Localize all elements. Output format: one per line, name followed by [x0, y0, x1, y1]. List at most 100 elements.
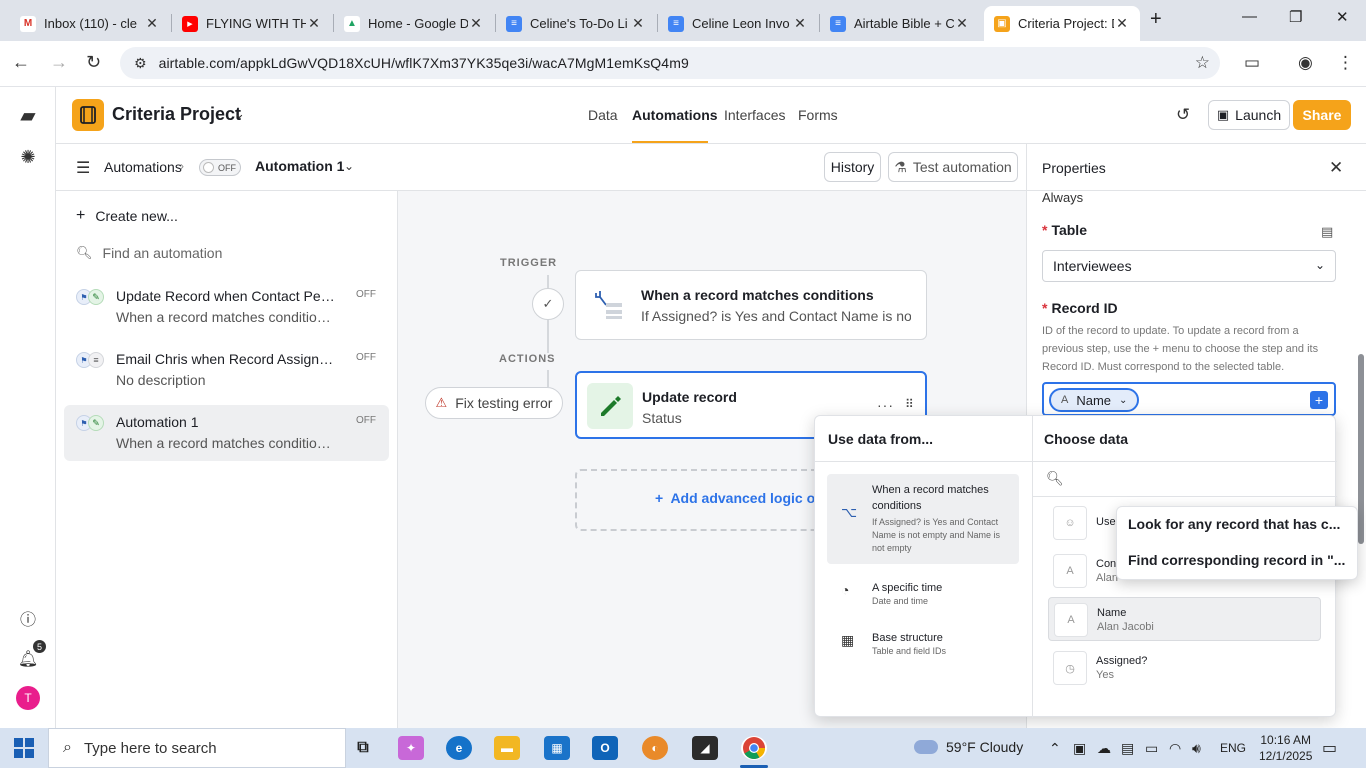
- drag-handle-icon[interactable]: ⠿: [905, 397, 914, 411]
- url-bar[interactable]: ⚙ airtable.com/appkLdGwVQD18XcUH/wflK7Xm…: [120, 47, 1220, 79]
- insert-data-plus-button[interactable]: +: [1310, 391, 1328, 409]
- option-find-corresponding-record[interactable]: Find corresponding record in "...: [1128, 552, 1345, 568]
- outlook-icon[interactable]: O: [592, 736, 618, 760]
- reload-icon[interactable]: ↻: [86, 52, 101, 73]
- chevron-down-icon[interactable]: ⌄: [344, 159, 354, 173]
- browser-tab-invoice[interactable]: ≡ Celine Leon Invo ✕: [658, 6, 818, 41]
- browser-tab-todo[interactable]: ≡ Celine's To-Do Li ✕: [496, 6, 656, 41]
- close-tab-icon[interactable]: ✕: [144, 15, 160, 32]
- option-look-for-record[interactable]: Look for any record that has c...: [1128, 516, 1340, 532]
- bookmark-star-icon[interactable]: ☆: [1195, 53, 1210, 73]
- nav-forms[interactable]: Forms: [798, 107, 838, 123]
- tray-app-icon[interactable]: ▤: [1121, 740, 1134, 757]
- scrollbar-thumb[interactable]: [1358, 354, 1364, 544]
- back-icon[interactable]: ←: [12, 52, 30, 73]
- source-item-specific-time[interactable]: ◔ A specific time Date and time: [827, 572, 1019, 612]
- app-icon[interactable]: ◢: [692, 736, 718, 760]
- history-button[interactable]: History: [824, 152, 881, 182]
- profile-icon[interactable]: ◉: [1298, 53, 1313, 73]
- copilot-icon[interactable]: ✦: [398, 736, 424, 760]
- fix-testing-error-button[interactable]: ⚠ Fix testing error: [425, 387, 563, 419]
- camera-icon[interactable]: ▣: [1073, 740, 1086, 757]
- edge-icon[interactable]: e: [446, 736, 472, 760]
- close-tab-icon[interactable]: ✕: [630, 15, 646, 32]
- more-options-icon[interactable]: ···: [877, 397, 894, 413]
- choose-data-search-input[interactable]: [1066, 469, 1316, 489]
- minimize-icon[interactable]: —: [1242, 8, 1257, 25]
- omni-icon[interactable]: ✺: [14, 143, 42, 171]
- close-icon[interactable]: ✕: [1329, 158, 1343, 178]
- browser-tab-youtube[interactable]: ▶ FLYING WITH TH ✕: [172, 6, 332, 41]
- cloud-sync-icon[interactable]: ☁: [1097, 740, 1111, 757]
- close-tab-icon[interactable]: ✕: [306, 15, 322, 32]
- record-id-input[interactable]: A Name ⌄ +: [1042, 382, 1336, 416]
- menu-icon[interactable]: ⋮: [1337, 53, 1354, 73]
- browser-tab-drive[interactable]: ▲ Home - Google D ✕: [334, 6, 494, 41]
- layout-icon[interactable]: ▤: [1321, 224, 1333, 240]
- launch-button[interactable]: ▣ Launch: [1208, 100, 1290, 130]
- data-field-item[interactable]: ◷ Assigned? Yes: [1048, 646, 1321, 690]
- file-explorer-icon[interactable]: ▬: [494, 736, 520, 760]
- task-view-icon[interactable]: ⧉: [350, 736, 376, 760]
- base-name[interactable]: Criteria Project: [112, 104, 241, 125]
- show-hidden-icons[interactable]: ⌃: [1049, 740, 1061, 757]
- tab-title: Criteria Project: D: [1018, 16, 1114, 31]
- close-tab-icon[interactable]: ✕: [954, 15, 970, 32]
- clock[interactable]: 10:16 AM 12/1/2025: [1259, 732, 1312, 764]
- name-token-pill[interactable]: A Name ⌄: [1049, 388, 1140, 412]
- automation-toggle[interactable]: OFF: [199, 159, 241, 176]
- browser-tab-airtable-bible[interactable]: ≡ Airtable Bible + C ✕: [820, 6, 980, 41]
- find-automation-input[interactable]: 🔍︎ Find an automation: [76, 245, 222, 261]
- browser-tab-gmail[interactable]: M Inbox (110) - cle ✕: [10, 6, 170, 41]
- vpn-icon[interactable]: ◐: [642, 736, 668, 760]
- airtable-icon: ▣: [994, 15, 1010, 32]
- cast-icon[interactable]: ▭: [1244, 53, 1260, 73]
- chrome-icon[interactable]: [741, 736, 767, 760]
- trigger-node[interactable]: When a record matches conditions If Assi…: [575, 270, 927, 340]
- taskbar-search-box[interactable]: ⌕ Type here to search: [48, 728, 346, 768]
- restore-icon[interactable]: ❐: [1289, 8, 1302, 26]
- breadcrumb[interactable]: Automations: [104, 159, 182, 175]
- pencil-icon: [587, 383, 633, 429]
- chevron-down-icon[interactable]: ⌄: [234, 106, 245, 122]
- notification-center-icon[interactable]: ▭: [1322, 738, 1337, 758]
- automation-icons: ⚑ ✎: [76, 289, 106, 305]
- close-tab-icon[interactable]: ✕: [468, 15, 484, 32]
- nav-automations[interactable]: Automations: [632, 107, 718, 123]
- forward-icon[interactable]: →: [50, 52, 68, 73]
- horizontal-scrollbar[interactable]: [1032, 712, 1337, 718]
- close-tab-icon[interactable]: ✕: [792, 15, 808, 32]
- table-select[interactable]: Interviewees ⌄: [1042, 250, 1336, 282]
- nav-interfaces[interactable]: Interfaces: [724, 107, 785, 123]
- automation-list-item[interactable]: ⚑ ✎ Automation 1 When a record matches c…: [64, 405, 389, 461]
- new-tab-icon[interactable]: +: [1150, 8, 1162, 31]
- create-new-button[interactable]: + Create new...: [76, 207, 178, 225]
- properties-scrollbar[interactable]: [1358, 194, 1364, 724]
- volume-icon[interactable]: 🔊︎: [1192, 740, 1201, 757]
- battery-icon[interactable]: ▭: [1145, 740, 1158, 757]
- automation-list-item[interactable]: ⚑ ✎ Update Record when Contact Person...…: [64, 279, 389, 335]
- home-icon[interactable]: ▰: [14, 101, 42, 129]
- store-icon[interactable]: ▦: [544, 736, 570, 760]
- data-field-item-name[interactable]: A Name Alan Jacobi: [1048, 597, 1321, 641]
- source-item-trigger[interactable]: ⌥ When a record matches conditions If As…: [827, 474, 1019, 564]
- history-icon[interactable]: ↺: [1176, 105, 1190, 125]
- automation-name[interactable]: Automation 1: [255, 158, 344, 174]
- source-item-base-structure[interactable]: ▦ Base structure Table and field IDs: [827, 622, 1019, 662]
- share-button[interactable]: Share: [1293, 100, 1351, 130]
- actions-label: ACTIONS: [499, 353, 556, 365]
- hamburger-icon[interactable]: ☰: [76, 158, 90, 178]
- windows-start-icon[interactable]: [14, 738, 34, 758]
- test-automation-button[interactable]: ⚗ Test automation: [888, 152, 1018, 182]
- language-indicator[interactable]: ENG: [1220, 741, 1246, 755]
- avatar[interactable]: T: [16, 686, 40, 710]
- weather-widget[interactable]: 59°F Cloudy: [914, 739, 1023, 755]
- close-tab-icon[interactable]: ✕: [1114, 15, 1130, 32]
- close-window-icon[interactable]: ✕: [1336, 8, 1349, 26]
- help-icon[interactable]: ⓘ: [14, 604, 42, 632]
- browser-tab-criteria-project[interactable]: ▣ Criteria Project: D ✕: [984, 6, 1140, 41]
- site-info-icon[interactable]: ⚙: [134, 55, 147, 72]
- wifi-icon[interactable]: ◠: [1169, 740, 1181, 757]
- nav-data[interactable]: Data: [588, 107, 618, 123]
- automation-list-item[interactable]: ⚑ ≡ Email Chris when Record Assigned C..…: [64, 342, 389, 398]
